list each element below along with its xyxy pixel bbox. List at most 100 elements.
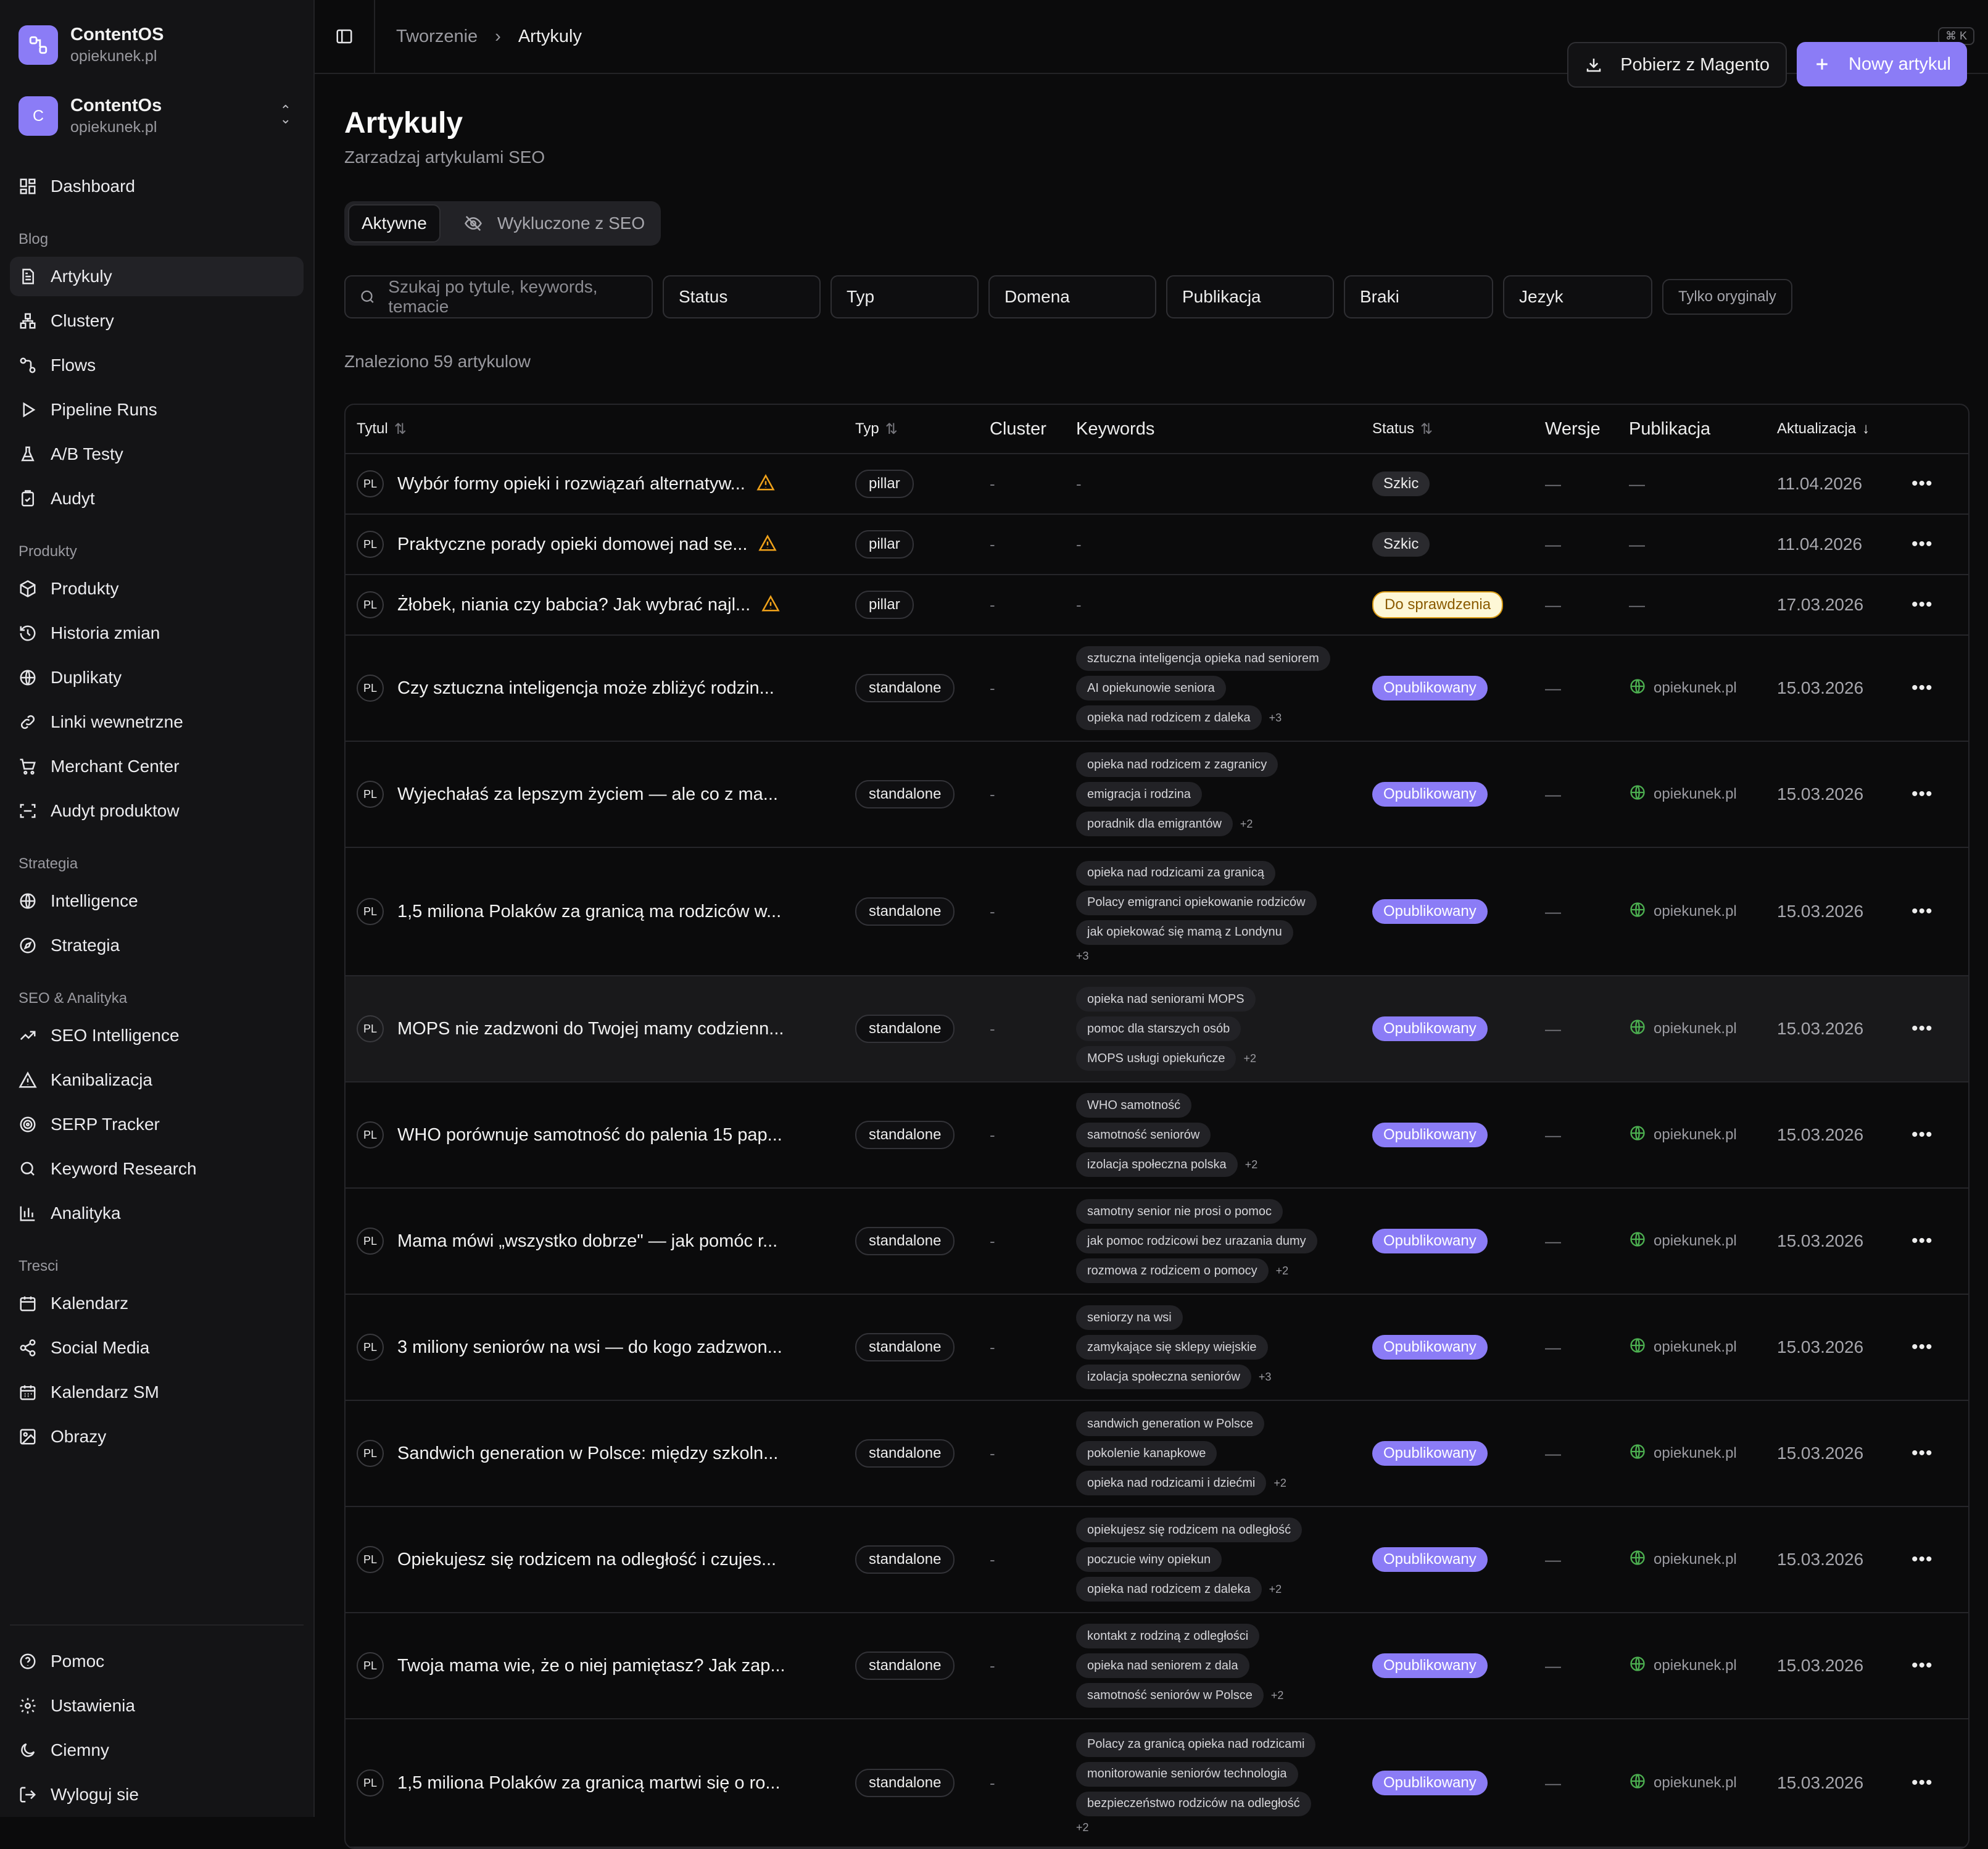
sidebar-item-pomoc[interactable]: Pomoc — [10, 1642, 304, 1681]
sidebar-item-keyword-research[interactable]: Keyword Research — [10, 1149, 304, 1189]
keyword-more-count[interactable]: +2 — [1271, 1689, 1284, 1702]
keyword-more-count[interactable]: +2 — [1243, 1052, 1256, 1065]
filter-type[interactable]: Typ — [830, 275, 979, 318]
article-title[interactable]: 1,5 miliona Polaków za granicą ma rodzic… — [397, 902, 781, 922]
article-title[interactable]: MOPS nie zadzwoni do Twojej mamy codzien… — [397, 1019, 784, 1039]
row-actions-button[interactable]: ••• — [1911, 1295, 1933, 1400]
keyword-more-count[interactable]: +3 — [1076, 950, 1317, 963]
article-title[interactable]: Opiekujesz się rodzicem na odległość i c… — [397, 1550, 776, 1570]
col-title[interactable]: Tytul ⇅ — [357, 405, 407, 453]
sidebar-item-a-b-testy[interactable]: A/B Testy — [10, 434, 304, 474]
filter-publication[interactable]: Publikacja — [1166, 275, 1334, 318]
article-title[interactable]: Mama mówi „wszystko dobrze" — jak pomóc … — [397, 1231, 777, 1252]
keyword-more-count[interactable]: +3 — [1269, 712, 1282, 725]
filter-domain[interactable]: Domena — [988, 275, 1156, 318]
col-updated[interactable]: Aktualizacja ↓ — [1777, 405, 1870, 453]
article-title[interactable]: 1,5 miliona Polaków za granicą martwi si… — [397, 1773, 781, 1793]
article-title[interactable]: 3 miliony seniorów na wsi — do kogo zadz… — [397, 1337, 782, 1358]
table-row[interactable]: PL Wybór formy opieki i rozwiązań alterna… — [346, 454, 1968, 515]
keyword-more-count[interactable]: +2 — [1276, 1265, 1289, 1278]
publication-domain[interactable]: opiekunek.pl — [1654, 1445, 1737, 1462]
sidebar-item-analityka[interactable]: Analityka — [10, 1194, 304, 1233]
article-title[interactable]: Czy sztuczna inteligencja może zbliżyć r… — [397, 678, 774, 699]
search-input[interactable]: Szukaj po tytule, keywords, temacie — [344, 275, 653, 318]
publication-domain[interactable]: opiekunek.pl — [1654, 1551, 1737, 1568]
row-actions-button[interactable]: ••• — [1911, 515, 1933, 574]
row-actions-button[interactable]: ••• — [1911, 575, 1933, 634]
table-row[interactable]: PL Praktyczne porady opieki domowej nad s… — [346, 515, 1968, 575]
publication-domain[interactable]: opiekunek.pl — [1654, 679, 1737, 697]
article-title[interactable]: Twoja mama wie, że o niej pamiętasz? Jak… — [397, 1656, 785, 1676]
sidebar-item-ciemny[interactable]: Ciemny — [10, 1731, 304, 1770]
filter-missing[interactable]: Braki — [1344, 275, 1493, 318]
sidebar-item-duplikaty[interactable]: Duplikaty — [10, 658, 304, 697]
publication-domain[interactable]: opiekunek.pl — [1654, 1339, 1737, 1356]
publication-domain[interactable]: opiekunek.pl — [1654, 903, 1737, 920]
table-row[interactable]: PL Mama mówi „wszystko dobrze" — jak pomó… — [346, 1189, 1968, 1295]
row-actions-button[interactable]: ••• — [1911, 1719, 1933, 1847]
new-article-button[interactable]: Nowy artykul — [1797, 42, 1967, 86]
sidebar-item-ustawienia[interactable]: Ustawienia — [10, 1686, 304, 1726]
sidebar-item-kalendarz[interactable]: Kalendarz — [10, 1284, 304, 1323]
keyword-more-count[interactable]: +2 — [1076, 1821, 1315, 1834]
col-status[interactable]: Status ⇅ — [1372, 405, 1433, 453]
table-row[interactable]: PL 1,5 miliona Polaków za granicą martwi … — [346, 1719, 1968, 1848]
article-title[interactable]: Wyjechałaś za lepszym życiem — ale co z … — [397, 784, 778, 805]
filter-language[interactable]: Jezyk — [1503, 275, 1652, 318]
table-row[interactable]: PL WHO porównuje samotność do palenia 15 … — [346, 1082, 1968, 1189]
row-actions-button[interactable]: ••• — [1911, 636, 1933, 741]
sidebar-item-kalendarz-sm[interactable]: Kalendarz SM — [10, 1373, 304, 1412]
sidebar-toggle-button[interactable] — [315, 0, 375, 73]
sidebar-item-clustery[interactable]: Clustery — [10, 301, 304, 341]
row-actions-button[interactable]: ••• — [1911, 1082, 1933, 1187]
article-title[interactable]: Praktyczne porady opieki domowej nad se.… — [397, 534, 747, 555]
keyword-more-count[interactable]: +2 — [1240, 818, 1253, 831]
sidebar-item-flows[interactable]: Flows — [10, 346, 304, 385]
article-title[interactable]: WHO porównuje samotność do palenia 15 pa… — [397, 1125, 782, 1145]
import-magento-button[interactable]: Pobierz z Magento — [1567, 42, 1787, 88]
keyword-more-count[interactable]: +3 — [1259, 1371, 1272, 1384]
table-row[interactable]: PL Opiekujesz się rodzicem na odległość i… — [346, 1507, 1968, 1613]
filter-status[interactable]: Status — [663, 275, 821, 318]
row-actions-button[interactable]: ••• — [1911, 848, 1933, 975]
table-row[interactable]: PL Sandwich generation w Polsce: między s… — [346, 1401, 1968, 1507]
sidebar-item-historia-zmian[interactable]: Historia zmian — [10, 613, 304, 653]
sidebar-item-kanibalizacja[interactable]: Kanibalizacja — [10, 1060, 304, 1100]
publication-domain[interactable]: opiekunek.pl — [1654, 1232, 1737, 1250]
sidebar-item-dashboard[interactable]: Dashboard — [10, 167, 304, 206]
brand[interactable]: ContentOS opiekunek.pl — [10, 0, 304, 67]
row-actions-button[interactable]: ••• — [1911, 1401, 1933, 1506]
tab-active[interactable]: Aktywne — [348, 204, 441, 243]
row-actions-button[interactable]: ••• — [1911, 454, 1933, 513]
keyword-more-count[interactable]: +2 — [1245, 1158, 1258, 1171]
article-title[interactable]: Wybór formy opieki i rozwiązań alternaty… — [397, 474, 745, 494]
sidebar-item-wyloguj-sie[interactable]: Wyloguj sie — [10, 1775, 304, 1814]
table-row[interactable]: PL 1,5 miliona Polaków za granicą ma rodz… — [346, 848, 1968, 976]
publication-domain[interactable]: opiekunek.pl — [1654, 1774, 1737, 1792]
table-row[interactable]: PL Czy sztuczna inteligencja może zbliżyć… — [346, 636, 1968, 742]
sidebar-item-audyt[interactable]: Audyt — [10, 479, 304, 518]
table-row[interactable]: PL MOPS nie zadzwoni do Twojej mamy codzi… — [346, 976, 1968, 1082]
publication-domain[interactable]: opiekunek.pl — [1654, 1657, 1737, 1674]
workspace-switcher[interactable]: C ContentOs opiekunek.pl ⌃ ⌄ — [10, 94, 304, 138]
keyword-more-count[interactable]: +2 — [1274, 1477, 1286, 1490]
row-actions-button[interactable]: ••• — [1911, 742, 1933, 847]
sidebar-item-seo-intelligence[interactable]: SEO Intelligence — [10, 1016, 304, 1055]
tab-excluded-seo[interactable]: Wykluczone z SEO — [452, 206, 657, 241]
sidebar-item-obrazy[interactable]: Obrazy — [10, 1417, 304, 1456]
sidebar-item-artykuly[interactable]: Artykuly — [10, 257, 304, 296]
sidebar-item-pipeline-runs[interactable]: Pipeline Runs — [10, 390, 304, 430]
sidebar-item-intelligence[interactable]: Intelligence — [10, 881, 304, 921]
keyword-more-count[interactable]: +2 — [1269, 1583, 1282, 1596]
sidebar-item-merchant-center[interactable]: Merchant Center — [10, 747, 304, 786]
row-actions-button[interactable]: ••• — [1911, 976, 1933, 1081]
table-row[interactable]: PL Twoja mama wie, że o niej pamiętasz? J… — [346, 1613, 1968, 1719]
sidebar-item-strategia[interactable]: Strategia — [10, 926, 304, 965]
table-row[interactable]: PL Żłobek, niania czy babcia? Jak wybrać … — [346, 575, 1968, 636]
table-row[interactable]: PL Wyjechałaś za lepszym życiem — ale co … — [346, 742, 1968, 848]
col-type[interactable]: Typ ⇅ — [855, 405, 898, 453]
breadcrumb-parent[interactable]: Tworzenie — [396, 27, 478, 47]
sidebar-item-audyt-produktow[interactable]: Audyt produktow — [10, 791, 304, 831]
row-actions-button[interactable]: ••• — [1911, 1507, 1933, 1612]
filter-originals-toggle[interactable]: Tylko oryginaly — [1662, 279, 1792, 315]
